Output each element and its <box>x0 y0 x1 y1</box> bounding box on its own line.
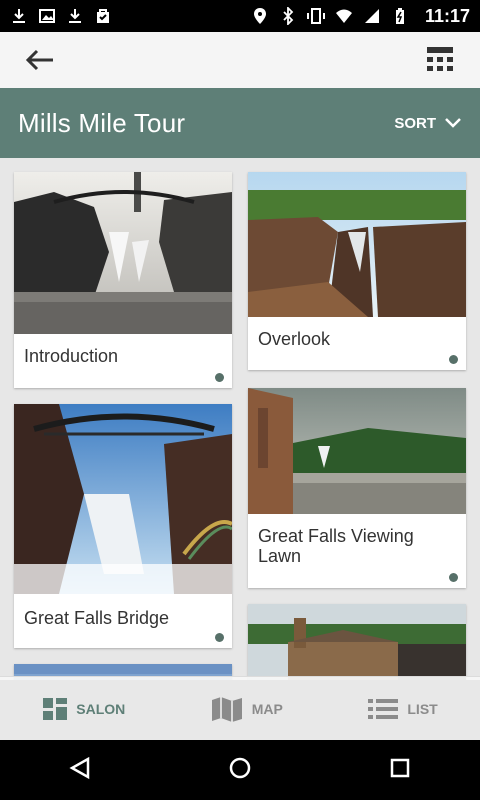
download-icon <box>66 7 84 25</box>
triangle-back-icon <box>69 756 90 779</box>
back-button[interactable] <box>24 44 56 76</box>
card-partial-right[interactable] <box>248 604 466 680</box>
card-image <box>14 172 232 334</box>
list-icon <box>368 698 399 719</box>
back-arrow-icon <box>25 49 53 71</box>
unvisited-dot <box>449 573 458 582</box>
bluetooth-icon <box>279 7 297 25</box>
tab-map[interactable]: MAP <box>210 696 283 722</box>
status-time: 11:17 <box>424 5 470 26</box>
home-nav-button[interactable] <box>228 756 252 785</box>
tab-salon[interactable]: SALON <box>42 697 125 721</box>
card-overlook[interactable]: Overlook <box>248 172 466 370</box>
status-right: 11:17 <box>251 6 470 27</box>
wifi-icon <box>335 7 353 25</box>
circle-home-icon <box>229 757 251 778</box>
title-bar: Mills Mile Tour SORT <box>0 88 480 158</box>
sort-button[interactable]: SORT <box>394 115 462 132</box>
back-nav-button[interactable] <box>68 756 92 785</box>
sort-label: SORT <box>394 114 436 132</box>
download-icon <box>10 7 28 25</box>
battery-icon <box>391 7 409 25</box>
card-label: Overlook <box>258 329 331 349</box>
card-image <box>14 404 232 594</box>
card-label: Great Falls Viewing Lawn <box>258 526 414 566</box>
vibrate-icon <box>306 7 325 25</box>
card-image <box>248 388 466 514</box>
tab-label: MAP <box>251 700 283 717</box>
app-bar <box>0 32 480 88</box>
location-icon <box>251 7 269 25</box>
map-icon <box>211 696 242 722</box>
shopping-bag-icon <box>94 7 112 25</box>
card-great-falls-bridge[interactable]: Great Falls Bridge <box>14 404 232 648</box>
card-image <box>248 172 466 317</box>
tab-label: LIST <box>407 700 438 717</box>
system-nav-bar <box>0 740 480 800</box>
card-image <box>248 604 466 680</box>
page-title: Mills Mile Tour <box>18 107 186 138</box>
tab-label: SALON <box>76 700 126 717</box>
signal-icon <box>363 7 381 25</box>
grid-view-button[interactable] <box>424 44 456 76</box>
status-left <box>10 7 112 25</box>
bottom-tabbar: SALON MAP LIST <box>0 676 480 740</box>
card-label: Great Falls Bridge <box>24 608 170 628</box>
unvisited-dot <box>215 633 224 642</box>
unvisited-dot <box>449 355 458 364</box>
recents-nav-button[interactable] <box>388 756 412 785</box>
status-bar: 11:17 <box>0 0 480 32</box>
card-introduction[interactable]: Introduction <box>14 172 232 388</box>
image-icon <box>38 7 56 25</box>
grid-calculator-icon <box>427 47 453 71</box>
salon-grid-icon <box>43 697 68 720</box>
unvisited-dot <box>215 373 224 382</box>
card-label: Introduction <box>24 346 119 366</box>
square-recents-icon <box>390 758 410 777</box>
chevron-down-icon <box>445 118 461 128</box>
card-great-falls-viewing-lawn[interactable]: Great Falls Viewing Lawn <box>248 388 466 588</box>
tab-list[interactable]: LIST <box>367 697 438 721</box>
tour-grid: Introduction Overlook Great Falls Bridge… <box>0 158 480 680</box>
